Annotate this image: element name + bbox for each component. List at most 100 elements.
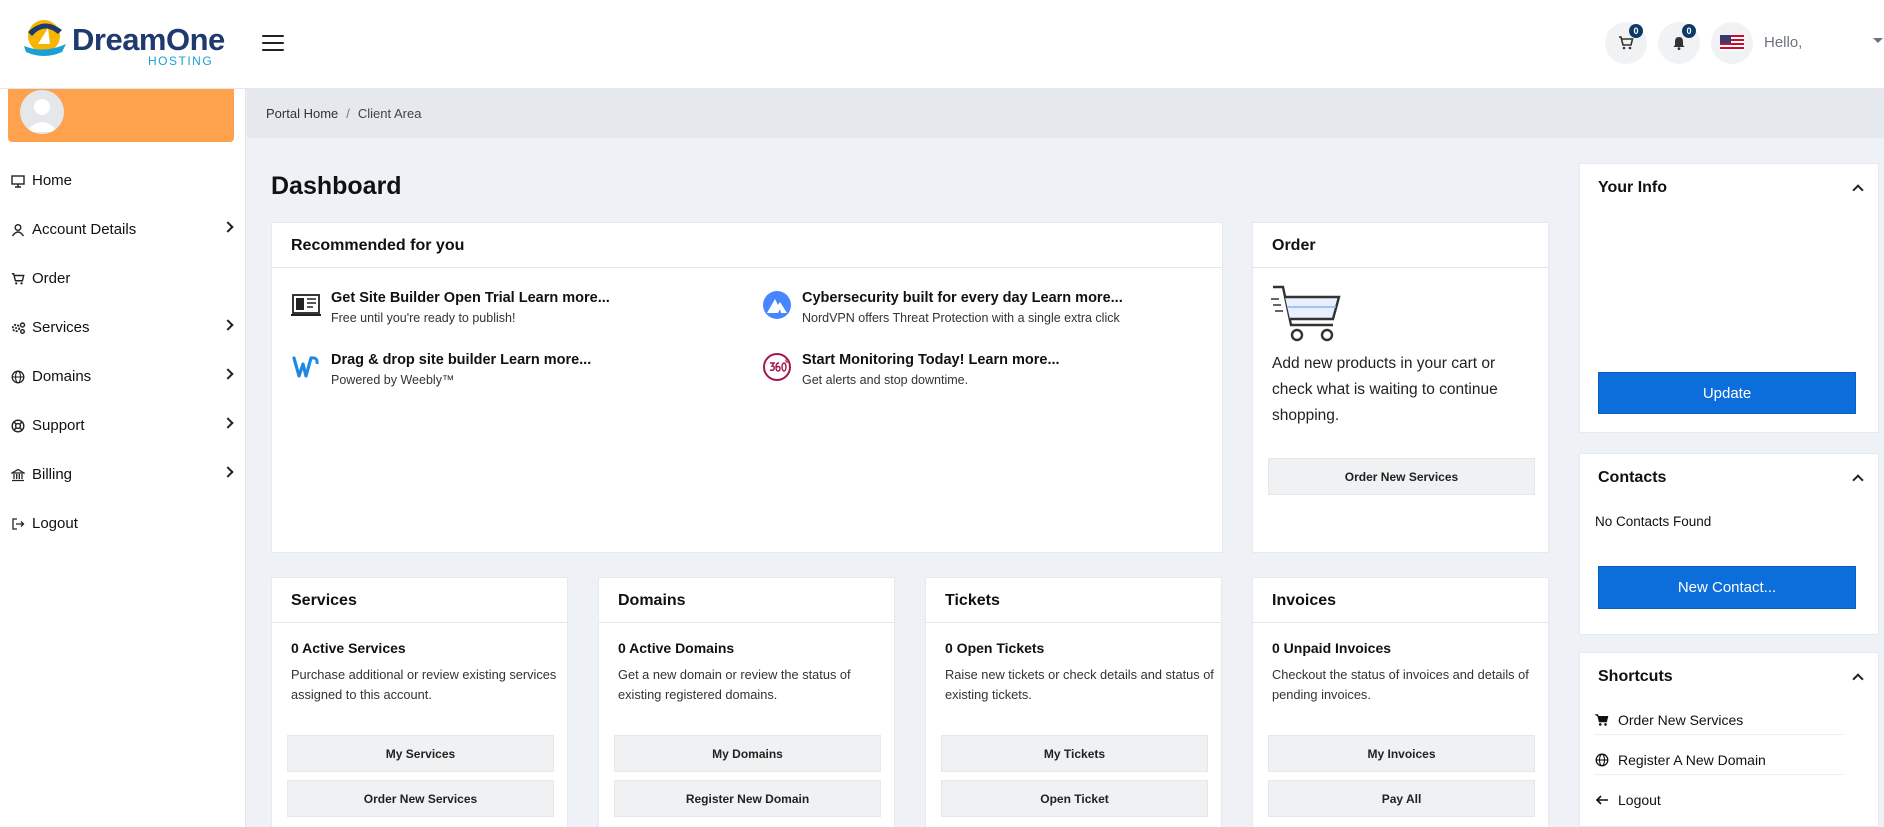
recommendation-title: Get Site Builder Open Trial Learn more..…	[331, 290, 610, 306]
profile-card[interactable]	[8, 89, 234, 142]
recommendation-monitoring[interactable]: Start Monitoring Today! Learn more... Ge…	[762, 352, 1202, 402]
brand-logo[interactable]: DreamOne HOSTING	[18, 14, 225, 74]
sidebar-item-logout[interactable]: Logout	[0, 499, 246, 548]
shortcut-label: Order New Services	[1618, 711, 1744, 728]
globe-icon	[10, 369, 26, 385]
recommended-title: Recommended for you	[291, 237, 465, 254]
sidebar-item-order[interactable]: Order	[0, 254, 246, 303]
brand-name: DreamOne	[72, 22, 225, 57]
breadcrumb-separator: /	[346, 106, 350, 121]
domains-card-header: Domains	[599, 578, 894, 623]
tickets-card-header: Tickets	[926, 578, 1221, 623]
recommendation-title: Cybersecurity built for every day Learn …	[802, 290, 1123, 306]
unpaid-invoices-count: 0 Unpaid Invoices	[1272, 640, 1392, 656]
sidebar-item-label: Domains	[32, 368, 92, 385]
recommendation-subtitle: Get alerts and stop downtime.	[802, 373, 969, 387]
logo-mark-icon	[24, 20, 66, 56]
sidebar-item-label: Support	[32, 417, 85, 434]
contacts-card: Contacts No Contacts Found New Contact..…	[1579, 453, 1879, 635]
notifications-button[interactable]: 0	[1658, 22, 1700, 64]
no-contacts-text: No Contacts Found	[1595, 514, 1712, 529]
shortcut-order-new-services[interactable]: Order New Services	[1594, 705, 1844, 735]
recommendation-title: Drag & drop site builder Learn more...	[331, 352, 592, 368]
order-new-services-button[interactable]: Order New Services	[1268, 458, 1535, 495]
domains-description: Get a new domain or review the status of…	[618, 667, 851, 702]
page-title: Dashboard	[271, 172, 402, 200]
order-title: Order	[1272, 237, 1316, 254]
register-new-domain-button[interactable]: Register New Domain	[614, 780, 881, 817]
recommendation-nordvpn[interactable]: Cybersecurity built for every day Learn …	[762, 290, 1202, 340]
sidebar-item-label: Home	[32, 172, 73, 189]
collapse-chevron-icon[interactable]	[1852, 184, 1864, 196]
sidebar-item-services[interactable]: Services	[0, 303, 246, 352]
domains-title: Domains	[618, 592, 686, 609]
my-tickets-button[interactable]: My Tickets	[941, 735, 1208, 772]
collapse-chevron-icon[interactable]	[1852, 673, 1864, 685]
sidebar-nav: Home Account Details Order Services Doma…	[0, 156, 246, 548]
user-icon	[10, 222, 26, 238]
invoices-card: Invoices 0 Unpaid Invoices Checkout the …	[1252, 577, 1549, 827]
shortcut-label: Logout	[1618, 792, 1661, 808]
update-button[interactable]: Update	[1598, 372, 1856, 414]
order-card: Order Add new products in your cart or c…	[1252, 222, 1549, 553]
contacts-header: Contacts	[1580, 454, 1878, 502]
sidebar-item-account-details[interactable]: Account Details	[0, 205, 246, 254]
invoices-title: Invoices	[1272, 592, 1337, 609]
new-contact-button[interactable]: New Contact...	[1598, 566, 1856, 609]
user-greeting[interactable]: Hello,	[1764, 34, 1802, 51]
sidebar-item-label: Account Details	[32, 221, 137, 238]
invoices-card-header: Invoices	[1253, 578, 1548, 623]
chevron-right-icon	[222, 466, 234, 478]
recommended-card: Recommended for you Get Site Builder Ope…	[271, 222, 1223, 553]
sidebar-item-domains[interactable]: Domains	[0, 352, 246, 401]
shopping-cart-illustration-icon	[1271, 285, 1341, 342]
my-domains-button[interactable]: My Domains	[614, 735, 881, 772]
breadcrumb-home-link[interactable]: Portal Home	[266, 106, 338, 121]
breadcrumb: Portal Home / Client Area	[266, 106, 421, 121]
sidebar-item-label: Logout	[32, 515, 78, 532]
tickets-title: Tickets	[945, 592, 1000, 609]
pay-all-button[interactable]: Pay All	[1268, 780, 1535, 817]
your-info-title: Your Info	[1598, 179, 1668, 196]
bell-icon	[1673, 37, 1685, 50]
cart-button[interactable]: 0	[1605, 22, 1647, 64]
invoices-description: Checkout the status of invoices and deta…	[1272, 667, 1529, 702]
tickets-card: Tickets 0 Open Tickets Raise new tickets…	[925, 577, 1222, 827]
breadcrumb-bar: Portal Home / Client Area	[247, 90, 1884, 138]
gears-icon	[10, 320, 26, 336]
recommendation-subtitle: Powered by Weebly™	[331, 373, 455, 387]
recommendation-weebly[interactable]: Drag & drop site builder Learn more... P…	[291, 352, 731, 402]
sidebar-item-label: Billing	[32, 466, 73, 483]
notification-count-badge: 0	[1682, 24, 1696, 38]
open-ticket-button[interactable]: Open Ticket	[941, 780, 1208, 817]
recommendation-site-builder[interactable]: Get Site Builder Open Trial Learn more..…	[291, 290, 731, 340]
arrow-left-icon	[1594, 792, 1610, 808]
monitor-icon	[10, 173, 26, 189]
cart-count-badge: 0	[1629, 24, 1643, 38]
shortcuts-card: Shortcuts Order New Services Register A …	[1579, 652, 1879, 827]
breadcrumb-current: Client Area	[357, 106, 422, 121]
user-avatar-icon	[26, 99, 58, 132]
globe-icon	[1594, 752, 1610, 768]
lifebuoy-icon	[10, 418, 26, 434]
sidebar-item-billing[interactable]: Billing	[0, 450, 246, 499]
menu-toggle-icon[interactable]	[262, 33, 286, 53]
services-card: Services 0 Active Services Purchase addi…	[271, 577, 568, 827]
language-selector[interactable]	[1711, 22, 1753, 64]
user-menu-caret-icon[interactable]	[1873, 38, 1883, 43]
my-invoices-button[interactable]: My Invoices	[1268, 735, 1535, 772]
sidebar-item-label: Services	[32, 319, 90, 336]
cart-icon	[1619, 36, 1634, 50]
shortcut-register-domain[interactable]: Register A New Domain	[1594, 745, 1844, 775]
shortcut-label: Register A New Domain	[1618, 751, 1766, 768]
recommendation-subtitle: Free until you're ready to publish!	[331, 311, 516, 325]
collapse-chevron-icon[interactable]	[1852, 474, 1864, 486]
your-info-header: Your Info	[1580, 164, 1878, 212]
order-new-services-button-secondary[interactable]: Order New Services	[287, 780, 554, 817]
order-description: Add new products in your cart or check w…	[1272, 355, 1498, 424]
my-services-button[interactable]: My Services	[287, 735, 554, 772]
shortcut-logout[interactable]: Logout	[1594, 785, 1844, 815]
sidebar-item-support[interactable]: Support	[0, 401, 246, 450]
open-tickets-count: 0 Open Tickets	[945, 640, 1045, 656]
sidebar-item-home[interactable]: Home	[0, 156, 246, 205]
